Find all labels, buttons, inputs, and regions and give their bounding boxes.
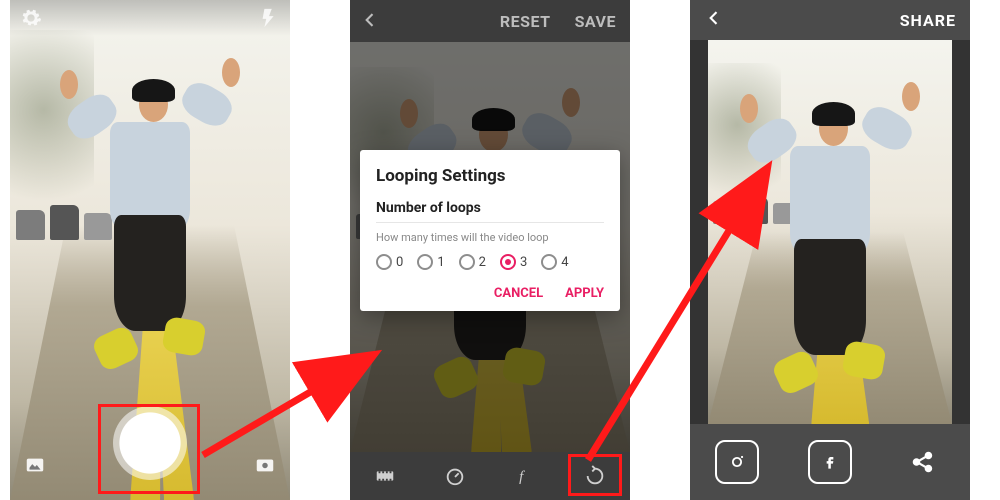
editor-topbar: RESET SAVE — [350, 0, 630, 42]
speedometer-icon[interactable] — [442, 463, 468, 489]
loop-icon[interactable] — [582, 463, 608, 489]
back-icon[interactable] — [704, 8, 724, 32]
apply-button[interactable]: APPLY — [565, 286, 604, 301]
fx-icon[interactable]: f — [512, 463, 538, 489]
dialog-title: Looping Settings — [376, 166, 604, 186]
loop-option-2[interactable]: 2 — [459, 254, 486, 270]
loop-option-4[interactable]: 4 — [541, 254, 568, 270]
dialog-subtitle: Number of loops — [376, 200, 604, 216]
save-button[interactable]: SAVE — [575, 12, 616, 31]
loop-option-1[interactable]: 1 — [417, 254, 444, 270]
editor-toolbar: f — [350, 452, 630, 500]
share-title: SHARE — [900, 11, 956, 30]
share-screen: SHARE — [690, 0, 970, 500]
loop-option-0[interactable]: 0 — [376, 254, 403, 270]
camera-screen — [10, 0, 290, 500]
share-bar — [690, 424, 970, 500]
shutter-button[interactable] — [113, 406, 187, 480]
cancel-button[interactable]: CANCEL — [494, 286, 543, 301]
film-icon[interactable] — [372, 463, 398, 489]
looping-settings-dialog: Looping Settings Number of loops How man… — [360, 150, 620, 311]
editor-screen: RESET SAVE Looping Settings Number of lo… — [350, 0, 630, 500]
back-icon[interactable] — [360, 10, 380, 34]
loop-option-3[interactable]: 3 — [500, 254, 527, 270]
share-topbar: SHARE — [690, 0, 970, 40]
dialog-help-text: How many times will the video loop — [376, 231, 604, 244]
svg-text:f: f — [519, 469, 525, 485]
switch-camera-icon[interactable] — [254, 454, 276, 476]
loop-count-radios: 0 1 2 3 4 — [376, 254, 604, 270]
share-icon[interactable] — [901, 440, 945, 484]
gear-icon[interactable] — [20, 7, 42, 29]
flash-icon[interactable] — [258, 7, 280, 29]
reset-button[interactable]: RESET — [500, 12, 551, 31]
instagram-icon[interactable] — [715, 440, 759, 484]
gallery-icon[interactable] — [24, 454, 46, 476]
facebook-icon[interactable] — [808, 440, 852, 484]
share-preview — [708, 40, 952, 424]
